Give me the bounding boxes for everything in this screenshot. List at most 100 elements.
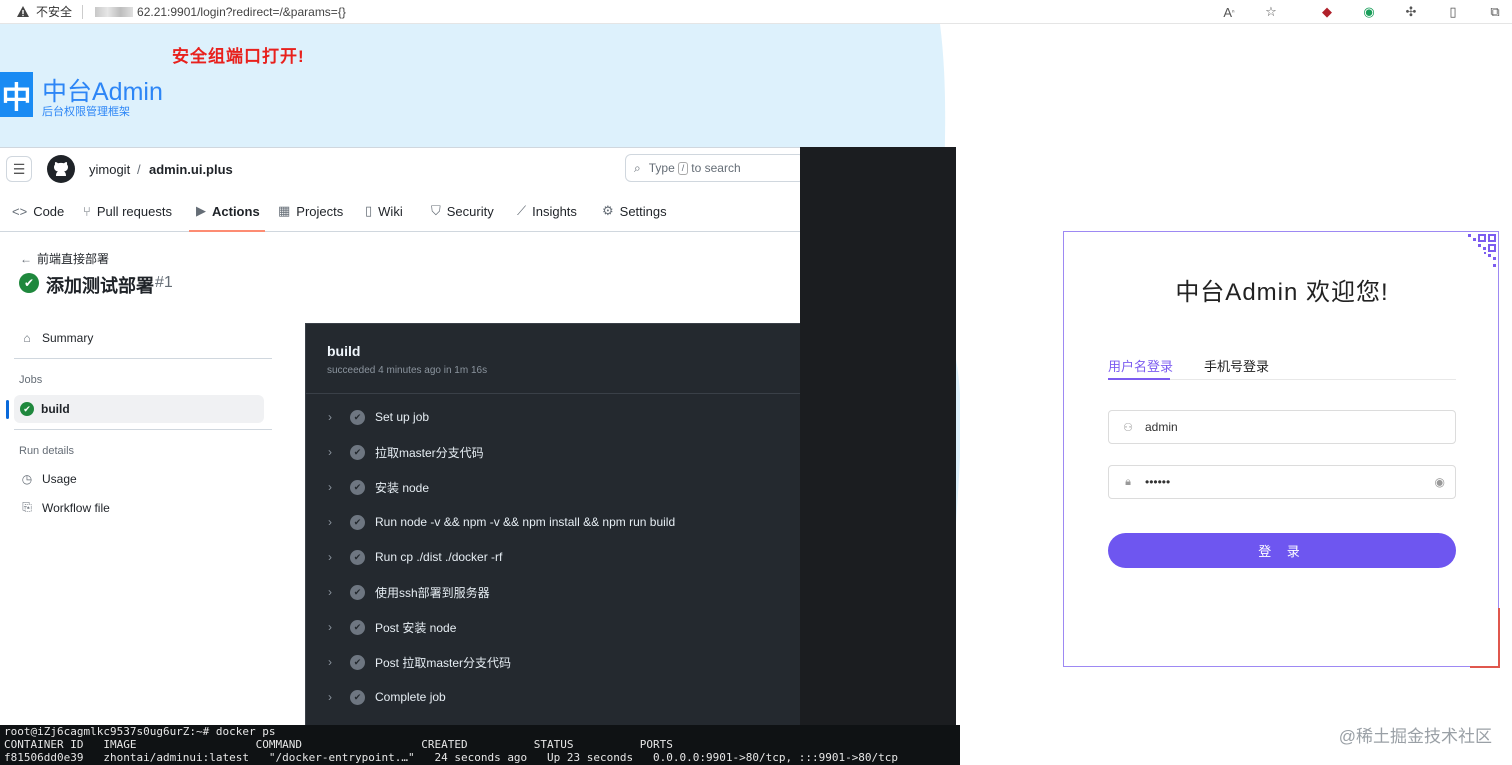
sidebar-divider [14, 429, 272, 430]
selected-indicator [6, 400, 9, 419]
browser-address-bar: 不安全 62.21:9901/login?redirect=/&params={… [0, 0, 1512, 24]
sidebar-item-usage[interactable]: ◷ Usage [20, 472, 77, 486]
warning-icon[interactable] [16, 5, 30, 19]
check-circle-icon: ✔ [350, 549, 365, 565]
lock-icon: 🔒︎ [1125, 475, 1131, 488]
tab-wiki[interactable]: ▯ Wiki [365, 190, 403, 232]
sidebar-item-summary[interactable]: ⌂ Summary [20, 331, 93, 345]
step-label: Post 安装 node [375, 620, 457, 635]
chevron-right-icon: › [328, 620, 332, 634]
password-field[interactable]: 🔒︎ •••••• ◉ [1108, 465, 1456, 499]
collections-icon[interactable]: ⧉ [1484, 1, 1506, 23]
username-value: admin [1145, 420, 1178, 434]
file-icon: ⎘ [22, 500, 32, 514]
log-step[interactable]: › ✔ Post 安装 node [328, 616, 456, 638]
sidebar-item-workflow-file[interactable]: ⎘ Workflow file [20, 500, 110, 515]
extension-shield-icon[interactable]: ◆ [1316, 1, 1338, 23]
log-step[interactable]: › ✔ Complete job [328, 686, 446, 708]
terminal-output[interactable]: root@iZj6cagmlkc9537s0ug6urZ:~# docker p… [0, 725, 960, 765]
log-step[interactable]: › ✔ 拉取master分支代码 [328, 441, 484, 463]
arrow-left-icon: ← [20, 252, 32, 266]
step-label: Run node -v && npm -v && npm install && … [375, 515, 676, 529]
screenshot-stage: 不安全 62.21:9901/login?redirect=/&params={… [0, 0, 1512, 765]
tab-settings[interactable]: ⚙ Settings [602, 190, 667, 232]
step-label: 拉取master分支代码 [375, 445, 484, 460]
workflow-name: 前端直接部署 [37, 252, 110, 266]
job-status: succeeded 4 minutes ago in 1m 16s [327, 365, 488, 376]
active-tab-underline [189, 230, 265, 232]
shield-icon: ⛉ [431, 203, 441, 218]
login-button[interactable]: 登 录 [1108, 533, 1456, 568]
log-step[interactable]: › ✔ 安装 node [328, 476, 429, 498]
step-label: 安装 node [375, 480, 430, 495]
graph-icon: ⟋ [517, 203, 527, 218]
success-check-icon: ✔ [20, 402, 34, 416]
chevron-right-icon: › [328, 515, 332, 529]
terminal-line: f81506dd0e39 zhontai/adminui:latest "/do… [4, 751, 899, 764]
tab-label: Actions [212, 203, 260, 219]
check-circle-icon: ✔ [350, 584, 365, 600]
address-url[interactable]: 62.21:9901/login?redirect=/&params={} [95, 5, 346, 19]
play-icon: ▶ [196, 203, 206, 218]
tab-label: Pull requests [96, 203, 172, 219]
blurred-host [95, 6, 134, 17]
chevron-right-icon: › [328, 410, 332, 424]
tab-username-login[interactable]: 用户名登录 [1108, 356, 1173, 375]
user-icon: ⚇ [1123, 421, 1133, 434]
search-suffix: to search [691, 161, 741, 175]
step-label: Complete job [375, 690, 446, 704]
password-value: •••••• [1145, 475, 1171, 489]
tab-code[interactable]: <> Code [12, 190, 64, 232]
log-step[interactable]: › ✔ Run cp ./dist ./docker -rf [328, 546, 502, 568]
insecure-label[interactable]: 不安全 [36, 3, 72, 20]
extensions-puzzle-icon[interactable]: ✣ [1400, 1, 1422, 23]
log-step[interactable]: › ✔ 使用ssh部署到服务器 [328, 581, 490, 603]
run-details-heading: Run details [19, 445, 75, 457]
run-title: 添加测试部署 [46, 276, 154, 296]
log-step[interactable]: › ✔ Run node -v && npm -v && npm install &… [328, 511, 675, 533]
code-icon: <> [12, 203, 28, 219]
chevron-right-icon: › [328, 480, 332, 494]
sidebar-divider [14, 358, 272, 359]
sidebar-item-build[interactable]: ✔ build [14, 395, 264, 423]
admin-logo: 中 [0, 72, 33, 117]
check-circle-icon: ✔ [350, 654, 365, 670]
extension-green-icon[interactable]: ◉ [1358, 1, 1380, 23]
tab-label: Projects [296, 203, 344, 219]
stopwatch-icon: ◷ [21, 472, 33, 486]
repo-owner-link[interactable]: yimogit [89, 162, 130, 177]
table-icon: ▦ [278, 203, 291, 218]
split-screen-icon[interactable]: ▯ [1442, 1, 1464, 23]
username-field[interactable]: ⚇ admin [1108, 410, 1456, 444]
search-shortcut-key: / [677, 161, 689, 175]
tab-projects[interactable]: ▦ Projects [278, 190, 343, 232]
log-step[interactable]: › ✔ Set up job [328, 406, 429, 428]
tab-label: Wiki [378, 203, 403, 219]
tab-security[interactable]: ⛉ Security [431, 190, 494, 232]
chevron-right-icon: › [328, 690, 332, 704]
github-logo-icon[interactable] [47, 155, 75, 183]
security-group-note: 安全组端口打开! [172, 47, 305, 66]
eye-icon[interactable]: ◉ [1435, 475, 1445, 489]
step-label: Run cp ./dist ./docker -rf [375, 550, 503, 564]
step-label: 使用ssh部署到服务器 [375, 585, 490, 600]
search-icon: ⌕ [634, 160, 641, 175]
tab-insights[interactable]: ⟋ Insights [517, 190, 577, 232]
menu-icon[interactable]: ☰ [6, 156, 32, 182]
tab-actions[interactable]: ▶ Actions [196, 190, 260, 232]
back-to-workflow-link[interactable]: ← 前端直接部署 [20, 250, 109, 267]
qr-code-icon[interactable] [1456, 232, 1498, 274]
terminal-backdrop [800, 147, 956, 727]
read-aloud-icon[interactable]: Aⁿ [1218, 1, 1240, 23]
log-step[interactable]: › ✔ Post 拉取master分支代码 [328, 651, 511, 673]
repo-name-link[interactable]: admin.ui.plus [149, 162, 233, 177]
favorite-star-icon[interactable]: ☆ [1260, 1, 1282, 23]
search-prefix: Type [648, 161, 675, 175]
build-log-panel: build succeeded 4 minutes ago in 1m 16s … [305, 323, 802, 728]
book-icon: ▯ [365, 203, 373, 218]
github-search-input[interactable]: ⌕ Type / to search [625, 154, 805, 182]
step-label: Post 拉取master分支代码 [375, 655, 512, 670]
tab-phone-login[interactable]: 手机号登录 [1204, 356, 1269, 375]
tab-label: Code [33, 203, 65, 219]
tab-pull-requests[interactable]: ⑂ Pull requests [83, 190, 172, 232]
